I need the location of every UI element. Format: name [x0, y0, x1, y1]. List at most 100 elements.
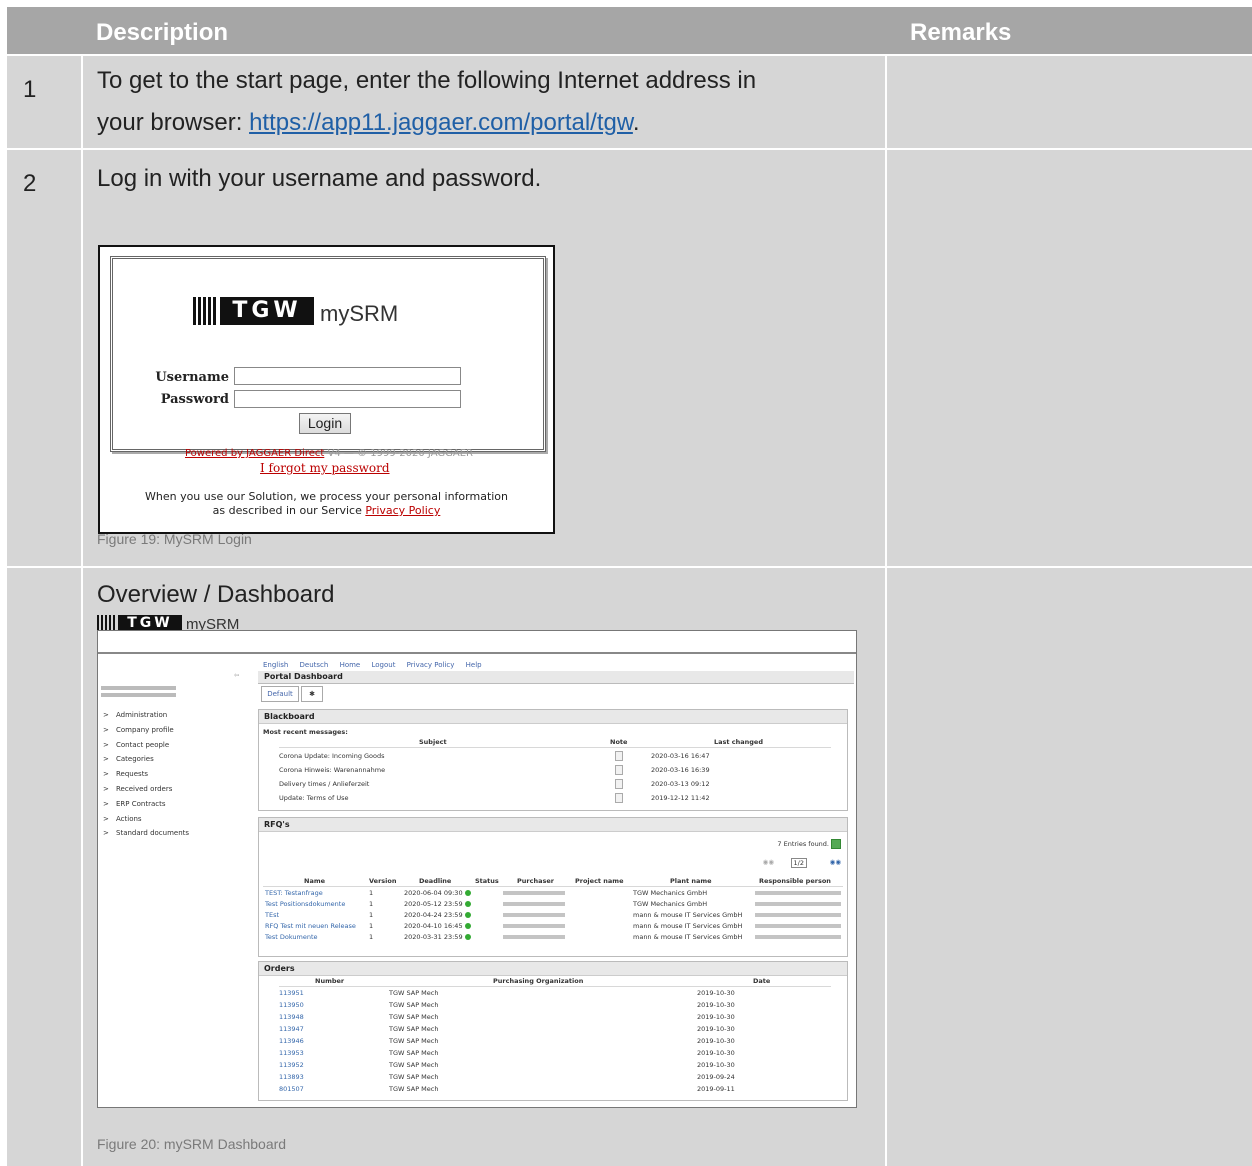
order-org: TGW SAP Mech [389, 989, 439, 997]
col-last-changed: Last changed [714, 738, 763, 746]
order-org: TGW SAP Mech [389, 1061, 439, 1069]
note-icon[interactable] [615, 793, 623, 803]
col-deadline: Deadline [419, 877, 452, 885]
login-button[interactable]: Login [299, 413, 351, 434]
order-number-link[interactable]: 113946 [279, 1037, 304, 1045]
col-plant: Plant name [670, 877, 712, 885]
rfq-deadline: 2020-06-04 09:30 [404, 889, 471, 897]
rfq-plant: mann & mouse IT Services GmbH [633, 911, 743, 919]
rfq-deadline: 2020-05-12 23:59 [404, 900, 471, 908]
remarks-cell [887, 568, 1252, 1166]
nav-logout[interactable]: Logout [371, 661, 395, 669]
powered-by-link[interactable]: Powered by JAGGAER Direct [185, 448, 324, 459]
rfq-name-link[interactable]: Test Dokumente [265, 933, 318, 941]
message-subject[interactable]: Update: Terms of Use [279, 794, 348, 802]
order-date: 2019-10-30 [697, 989, 735, 997]
sidebar-item[interactable]: > Contact people [103, 741, 189, 756]
nav-deutsch[interactable]: Deutsch [300, 661, 329, 669]
dashboard-screenshot: English Deutsch Home Logout Privacy Poli… [97, 630, 857, 1108]
rfq-deadline: 2020-04-10 16:45 [404, 922, 471, 930]
message-subject[interactable]: Delivery times / Anlieferzeit [279, 780, 369, 788]
page-select[interactable]: 1/2 [790, 858, 807, 868]
col-note: Note [610, 738, 628, 746]
pager-next-icon[interactable]: ◉◉ [830, 858, 841, 866]
sidebar-item[interactable]: > Received orders [103, 785, 189, 800]
nav-help[interactable]: Help [466, 661, 482, 669]
step-number: 1 [23, 76, 37, 103]
order-number-link[interactable]: 113950 [279, 1001, 304, 1009]
note-icon[interactable] [615, 751, 623, 761]
order-number-link[interactable]: 113951 [279, 989, 304, 997]
rfq-plant: mann & mouse IT Services GmbH [633, 922, 743, 930]
col-date: Date [753, 977, 771, 985]
message-date: 2020-03-16 16:39 [651, 766, 710, 774]
order-number-link[interactable]: 801507 [279, 1085, 304, 1093]
privacy-line2: as described in our Service [212, 504, 366, 517]
sidebar-item[interactable]: > Company profile [103, 726, 189, 741]
login-screenshot: TGW mySRM Username Password Login Powere… [98, 245, 555, 534]
privacy-line1: When you use our Solution, we process yo… [144, 490, 509, 503]
sidebar-item[interactable]: > Standard documents [103, 829, 189, 844]
portal-link[interactable]: https://app11.jaggaer.com/portal/tgw [249, 109, 633, 136]
order-date: 2019-09-24 [697, 1073, 735, 1081]
privacy-policy-link[interactable]: Privacy Policy [365, 504, 440, 517]
rfq-name-link[interactable]: RFQ Test mit neuen Release [265, 922, 356, 930]
status-ok-icon [464, 890, 471, 896]
username-input[interactable] [234, 367, 461, 385]
sidebar-item[interactable]: > Actions [103, 815, 189, 830]
step-number: 2 [23, 170, 37, 197]
message-subject[interactable]: Corona Hinweis: Warenannahme [279, 766, 385, 774]
order-org: TGW SAP Mech [389, 1025, 439, 1033]
step-text-prefix: your browser: [97, 109, 250, 136]
header-description: Description [96, 19, 229, 46]
step-text: Log in with your username and password. [97, 165, 542, 192]
rfq-version: 1 [369, 911, 374, 919]
password-input[interactable] [234, 390, 461, 408]
forgot-password-link[interactable]: I forgot my password [260, 461, 390, 475]
order-number-link[interactable]: 113893 [279, 1073, 304, 1081]
rfq-panel: RFQ's 7 Entries found. 1/2 ◉◉ ◉◉ Name Ve… [258, 817, 848, 957]
order-org: TGW SAP Mech [389, 1073, 439, 1081]
note-icon[interactable] [615, 765, 623, 775]
message-date: 2020-03-16 16:47 [651, 752, 710, 760]
nav-english[interactable]: English [263, 661, 288, 669]
order-date: 2019-10-30 [697, 1001, 735, 1009]
order-date: 2019-10-30 [697, 1037, 735, 1045]
message-date: 2019-12-12 11:42 [651, 794, 710, 802]
order-org: TGW SAP Mech [389, 1085, 439, 1093]
password-label: Password [160, 392, 229, 407]
order-number-link[interactable]: 113948 [279, 1013, 304, 1021]
order-org: TGW SAP Mech [389, 1013, 439, 1021]
sidebar-item[interactable]: > Categories [103, 755, 189, 770]
order-date: 2019-09-11 [697, 1085, 735, 1093]
sidebar-item[interactable]: > Requests [103, 770, 189, 785]
collapse-arrow-icon[interactable]: ⇦ [234, 671, 239, 679]
step-text-suffix: . [632, 109, 640, 136]
rfq-name-link[interactable]: TEST: Testanfrage [265, 889, 323, 897]
pager-prev-icon[interactable]: ◉◉ [763, 858, 774, 866]
sidebar-item[interactable]: > ERP Contracts [103, 800, 189, 815]
note-icon[interactable] [615, 779, 623, 789]
sidebar-item[interactable]: > Administration [103, 711, 189, 726]
order-number-link[interactable]: 113947 [279, 1025, 304, 1033]
tab-add[interactable]: ✱ [301, 686, 323, 702]
message-subject[interactable]: Corona Update: Incoming Goods [279, 752, 385, 760]
status-ok-icon [464, 912, 471, 918]
order-number-link[interactable]: 113953 [279, 1049, 304, 1057]
status-ok-icon [464, 923, 471, 929]
order-number-link[interactable]: 113952 [279, 1061, 304, 1069]
nav-home[interactable]: Home [340, 661, 361, 669]
nav-privacy[interactable]: Privacy Policy [407, 661, 455, 669]
orders-title: Orders [259, 962, 847, 976]
status-ok-icon [464, 901, 471, 907]
excel-export-icon[interactable] [831, 839, 841, 849]
tab-default[interactable]: Default [261, 686, 299, 702]
orders-panel: Orders Number Purchasing Organization Da… [258, 961, 848, 1101]
figure-caption: Figure 20: mySRM Dashboard [97, 1136, 287, 1152]
blackboard-title: Blackboard [259, 710, 847, 724]
col-purchaser: Purchaser [517, 877, 554, 885]
rfq-name-link[interactable]: TEst [265, 911, 279, 919]
rfq-title: RFQ's [259, 818, 847, 832]
remarks-cell [887, 150, 1252, 566]
rfq-name-link[interactable]: Test Positionsdokumente [265, 900, 345, 908]
